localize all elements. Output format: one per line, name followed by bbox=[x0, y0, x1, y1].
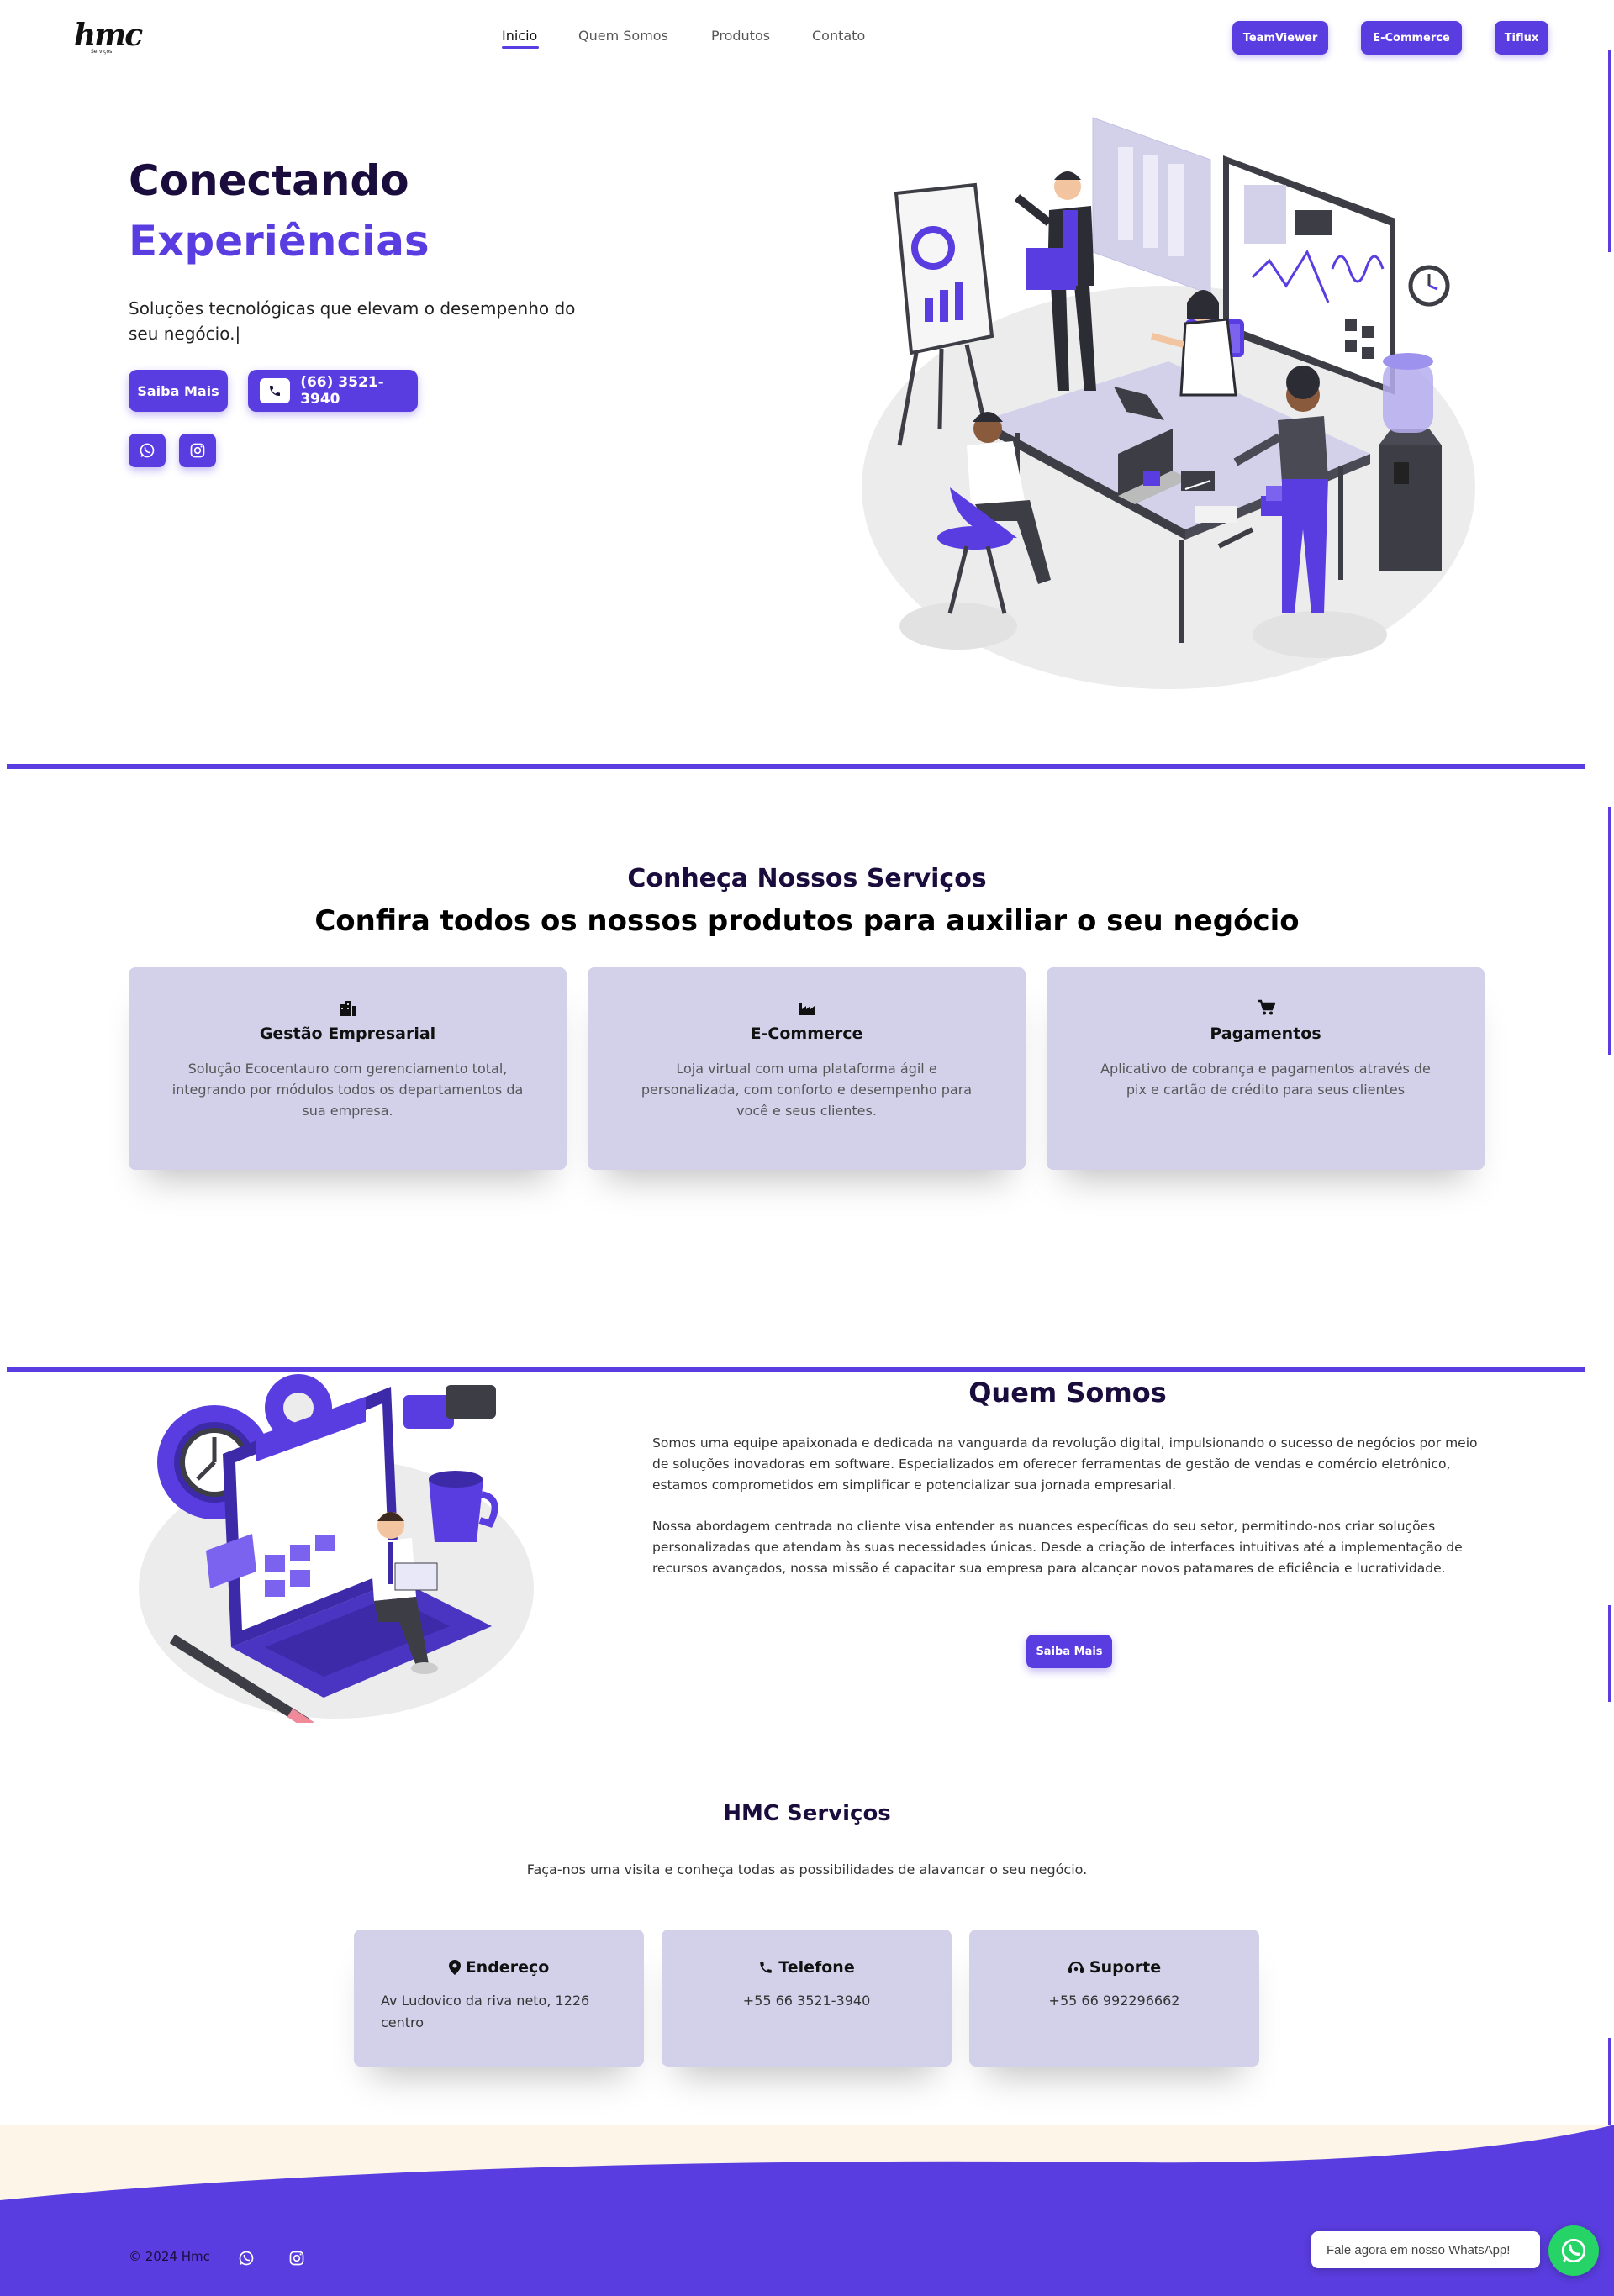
whatsapp-icon bbox=[1561, 2238, 1586, 2263]
contact-card-telefone: Telefone +55 66 3521-3940 bbox=[662, 1930, 952, 2067]
about-title: Quem Somos bbox=[968, 1377, 1167, 1409]
service-card-gestao: Gestão Empresarial Solução Ecocentauro c… bbox=[129, 967, 567, 1170]
contact-card-line: Av Ludovico da riva neto, 1226 bbox=[381, 1993, 590, 2009]
about-laptop-illustration bbox=[139, 1374, 534, 1723]
nav-link-inicio[interactable]: Inicio bbox=[502, 27, 537, 45]
whatsapp-float-button[interactable] bbox=[1548, 2225, 1599, 2276]
instagram-button[interactable] bbox=[179, 434, 216, 467]
section-divider bbox=[7, 764, 1585, 769]
phone-button[interactable]: (66) 3521-3940 bbox=[248, 370, 418, 412]
nav-link-quem-somos[interactable]: Quem Somos bbox=[578, 27, 668, 45]
cart-icon bbox=[1257, 999, 1275, 1015]
teamviewer-button[interactable]: TeamViewer bbox=[1232, 21, 1328, 55]
whatsapp-prompt[interactable]: Fale agora em nosso WhatsApp! bbox=[1311, 2231, 1540, 2268]
contact-card-title: Endereço bbox=[465, 1958, 550, 1977]
contact-card-line: +55 66 992296662 bbox=[1048, 1993, 1180, 2009]
contact-title: HMC Serviços bbox=[723, 1801, 891, 1826]
building-icon bbox=[339, 1001, 356, 1016]
service-card-title: E-Commerce bbox=[750, 1024, 863, 1043]
service-card-title: Gestão Empresarial bbox=[259, 1024, 436, 1043]
contact-card-line: +55 66 3521-3940 bbox=[742, 1993, 871, 2009]
instagram-icon bbox=[289, 2251, 304, 2266]
scroll-indicator bbox=[1608, 1605, 1611, 1702]
contact-subtitle: Faça-nos uma visita e conheça todas as p… bbox=[526, 1862, 1088, 1877]
nav-active-underline bbox=[502, 46, 539, 49]
footer-copyright: © 2024 Hmc bbox=[129, 2249, 210, 2264]
contact-card-title: Telefone bbox=[778, 1958, 855, 1977]
contact-card-endereco: Endereço Av Ludovico da riva neto, 1226 … bbox=[354, 1930, 644, 2067]
phone-icon bbox=[260, 378, 291, 403]
about-saiba-mais-button[interactable]: Saiba Mais bbox=[1026, 1635, 1112, 1668]
headset-icon bbox=[1068, 1961, 1084, 1973]
whatsapp-button[interactable] bbox=[129, 434, 166, 467]
about-paragraph-2: Nossa abordagem centrada no cliente visa… bbox=[652, 1519, 1463, 1576]
hero-title-line2: Experiências bbox=[129, 217, 430, 266]
scroll-indicator bbox=[1608, 50, 1611, 252]
contact-card-title: Suporte bbox=[1089, 1958, 1162, 1977]
nav-link-produtos[interactable]: Produtos bbox=[711, 27, 770, 45]
whatsapp-icon bbox=[239, 2251, 254, 2266]
about-paragraph-1: Somos uma equipe apaixonada e dedicada n… bbox=[652, 1435, 1478, 1493]
saiba-mais-button[interactable]: Saiba Mais bbox=[129, 370, 228, 412]
hero-subtitle: Soluções tecnológicas que elevam o desem… bbox=[129, 298, 576, 344]
map-pin-icon bbox=[448, 1960, 461, 1975]
services-heading: Confira todos os nossos produtos para au… bbox=[314, 904, 1300, 938]
footer-whatsapp-button[interactable] bbox=[228, 2241, 265, 2275]
phone-button-label: (66) 3521-3940 bbox=[300, 374, 384, 408]
service-card-text: Aplicativo de cobrança e pagamentos atra… bbox=[1100, 1061, 1431, 1098]
service-card-text: Solução Ecocentauro com gerenciamento to… bbox=[171, 1061, 524, 1119]
hero-team-illustration bbox=[862, 117, 1475, 689]
service-card-text: Loja virtual com uma plataforma ágil e p… bbox=[641, 1061, 973, 1119]
service-card-ecommerce: E-Commerce Loja virtual com uma platafor… bbox=[588, 967, 1026, 1170]
nav-link-contato[interactable]: Contato bbox=[812, 27, 865, 45]
industry-icon bbox=[798, 1003, 815, 1015]
contact-card-suporte: Suporte +55 66 992296662 bbox=[969, 1930, 1259, 2067]
contact-card-line: centro bbox=[381, 2014, 425, 2030]
ecommerce-button[interactable]: E-Commerce bbox=[1361, 21, 1462, 55]
instagram-icon bbox=[190, 443, 205, 458]
hero-title-line1: Conectando bbox=[129, 156, 409, 205]
phone-icon bbox=[760, 1962, 773, 1973]
footer-instagram-button[interactable] bbox=[278, 2241, 315, 2275]
logo[interactable]: hmc Serviços bbox=[74, 18, 143, 55]
services-kicker: Conheça Nossos Serviços bbox=[627, 864, 987, 893]
service-card-title: Pagamentos bbox=[1210, 1024, 1321, 1043]
service-card-pagamentos: Pagamentos Aplicativo de cobrança e paga… bbox=[1047, 967, 1485, 1170]
whatsapp-icon bbox=[140, 443, 155, 458]
tiflux-button[interactable]: Tiflux bbox=[1495, 21, 1548, 55]
